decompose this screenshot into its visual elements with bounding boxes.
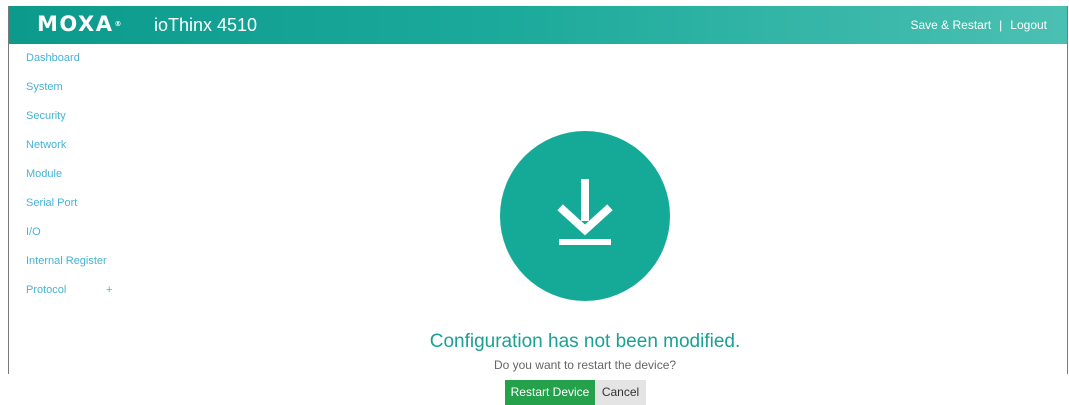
- cancel-button[interactable]: Cancel: [595, 380, 646, 405]
- logout-link[interactable]: Logout: [1010, 17, 1047, 33]
- sidebar-item-network[interactable]: Network: [9, 131, 149, 160]
- sidebar-item-security[interactable]: Security: [9, 102, 149, 131]
- top-bar: MOXA® ioThinx 4510 Save & Restart | Logo…: [9, 6, 1067, 44]
- main-content: Configuration has not been modified. Do …: [149, 44, 1067, 405]
- sidebar-item-system[interactable]: System: [9, 73, 149, 102]
- sidebar-item-io[interactable]: I/O: [9, 218, 149, 247]
- sidebar-item-internal-register[interactable]: Internal Register: [9, 247, 149, 276]
- header-link-separator: |: [999, 18, 1003, 32]
- save-restart-link[interactable]: Save & Restart: [910, 17, 991, 33]
- status-title: Configuration has not been modified.: [429, 331, 741, 352]
- app-window: MOXA® ioThinx 4510 Save & Restart | Logo…: [8, 6, 1068, 405]
- restart-device-button[interactable]: Restart Device: [505, 380, 595, 405]
- expand-plus-icon[interactable]: +: [106, 276, 112, 305]
- product-name: ioThinx 4510: [154, 15, 258, 35]
- brand-name: MOXA: [37, 12, 114, 36]
- sidebar-item-dashboard[interactable]: Dashboard: [9, 44, 149, 73]
- header-links: Save & Restart | Logout: [910, 17, 1047, 33]
- restart-prompt: Do you want to restart the device?: [493, 358, 677, 372]
- sidebar-item-serial-port[interactable]: Serial Port: [9, 189, 149, 218]
- sidebar-item-label: Protocol: [26, 284, 67, 296]
- action-buttons: Restart Device Cancel: [505, 380, 646, 405]
- download-arrow-graphic: [557, 179, 613, 245]
- moxa-logo: MOXA®: [37, 12, 121, 36]
- brand-registered-mark: ®: [114, 20, 122, 28]
- sidebar-nav: Dashboard System Security Network Module…: [9, 44, 149, 305]
- sidebar-item-protocol[interactable]: Protocol +: [9, 276, 149, 305]
- download-icon: [500, 131, 670, 301]
- sidebar-item-module[interactable]: Module: [9, 160, 149, 189]
